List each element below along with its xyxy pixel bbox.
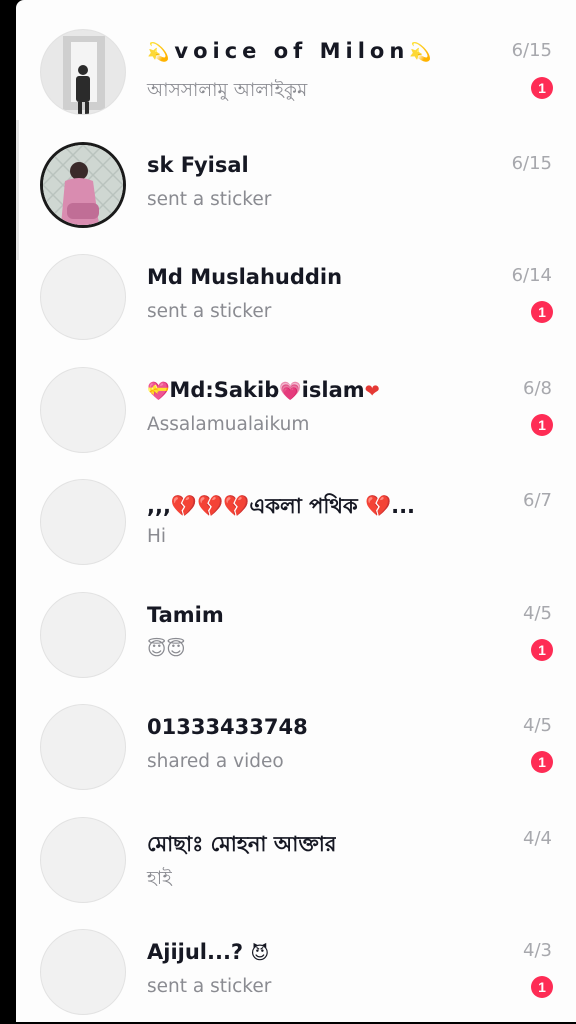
avatar[interactable] (40, 816, 126, 903)
message-preview: sent a sticker (147, 976, 272, 997)
conversation-name: Tamim (147, 602, 224, 627)
conversation-name: 01333433748 (147, 715, 308, 739)
dizzy-icon: 💫 (147, 42, 175, 63)
conversation-row[interactable]: মোছাঃ মোহনা আক্তার হাই 4/4 (16, 788, 576, 903)
avatar-photo-icon (41, 30, 125, 114)
message-date: 6/7 (523, 490, 552, 511)
conversation-name: sk Fyisal (147, 152, 249, 177)
smiling-devil-icon: 😈 (250, 943, 270, 964)
unread-badge: 1 (531, 301, 553, 323)
avatar[interactable] (40, 141, 126, 228)
message-preview: হাই (147, 867, 172, 889)
avatar-photo-icon (43, 144, 123, 225)
heart-with-ribbon-icon: 💝 (147, 380, 170, 402)
conversation-row[interactable]: sk Fyisal sent a sticker 6/15 (16, 113, 576, 228)
conversation-list: 💫voice of Milon💫 আসসালামু আলাইকুম 6/15 1… (16, 0, 576, 1015)
conversation-name: Md Muslahuddin (147, 265, 343, 289)
avatar[interactable] (40, 29, 126, 115)
message-date: 4/5 (523, 602, 552, 624)
avatar[interactable] (40, 254, 126, 340)
conversation-name: ,,,💔💔💔একলা পথিক 💔... (147, 494, 416, 518)
conversation-name: মোছাঃ মোহনা আক্তার (147, 831, 337, 856)
conversation-row[interactable]: Tamim 😇😇 4/5 1 (16, 563, 576, 678)
unread-badge: 1 (531, 638, 553, 661)
message-date: 4/5 (523, 715, 552, 736)
conversation-name: 💫voice of Milon💫 (147, 39, 437, 63)
conversation-row[interactable]: Ajijul...? 😈 sent a sticker 4/3 1 (16, 900, 576, 1015)
unread-badge: 1 (531, 751, 553, 773)
message-date: 6/8 (523, 377, 552, 399)
conversation-row[interactable]: 💫voice of Milon💫 আসসালামু আলাইকুম 6/15 1 (16, 0, 576, 115)
dizzy-icon: 💫 (409, 42, 437, 63)
message-preview: আসসালামু আলাইকুম (147, 80, 308, 101)
conversation-name: Ajijul...? 😈 (147, 940, 270, 964)
avatar[interactable] (40, 479, 126, 565)
conversation-row[interactable]: 01333433748 shared a video 4/5 1 (16, 675, 576, 790)
message-date: 6/15 (511, 152, 552, 174)
conversation-row[interactable]: Md Muslahuddin sent a sticker 6/14 1 (16, 225, 576, 340)
message-preview: sent a sticker (147, 301, 272, 322)
message-date: 4/4 (523, 827, 552, 849)
avatar[interactable] (40, 704, 126, 790)
conversation-row[interactable]: ,,,💔💔💔একলা পথিক 💔... Hi 6/7 (16, 450, 576, 565)
avatar[interactable] (40, 929, 126, 1015)
conversation-row[interactable]: 💝Md:Sakib💗islam❤ Assalamualaikum 6/8 1 (16, 338, 576, 453)
message-preview: 😇😇 (147, 638, 186, 660)
chat-list-screen: 💫voice of Milon💫 আসসালামু আলাইকুম 6/15 1… (16, 0, 576, 1022)
conversation-name: 💝Md:Sakib💗islam❤ (147, 377, 380, 402)
red-heart-icon: ❤ (364, 380, 380, 402)
unread-badge: 1 (531, 77, 553, 99)
avatar[interactable] (40, 366, 126, 453)
message-preview: sent a sticker (147, 188, 272, 210)
message-preview: Hi (147, 526, 167, 547)
unread-badge: 1 (531, 976, 553, 998)
unread-badge: 1 (531, 413, 553, 436)
message-date: 6/14 (511, 265, 552, 286)
sparkling-heart-icon: 💗 (279, 380, 302, 402)
message-preview: Assalamualaikum (147, 413, 310, 435)
message-preview: shared a video (147, 751, 284, 772)
avatar[interactable] (40, 591, 126, 678)
message-date: 6/15 (511, 40, 552, 61)
message-date: 4/3 (523, 940, 552, 961)
